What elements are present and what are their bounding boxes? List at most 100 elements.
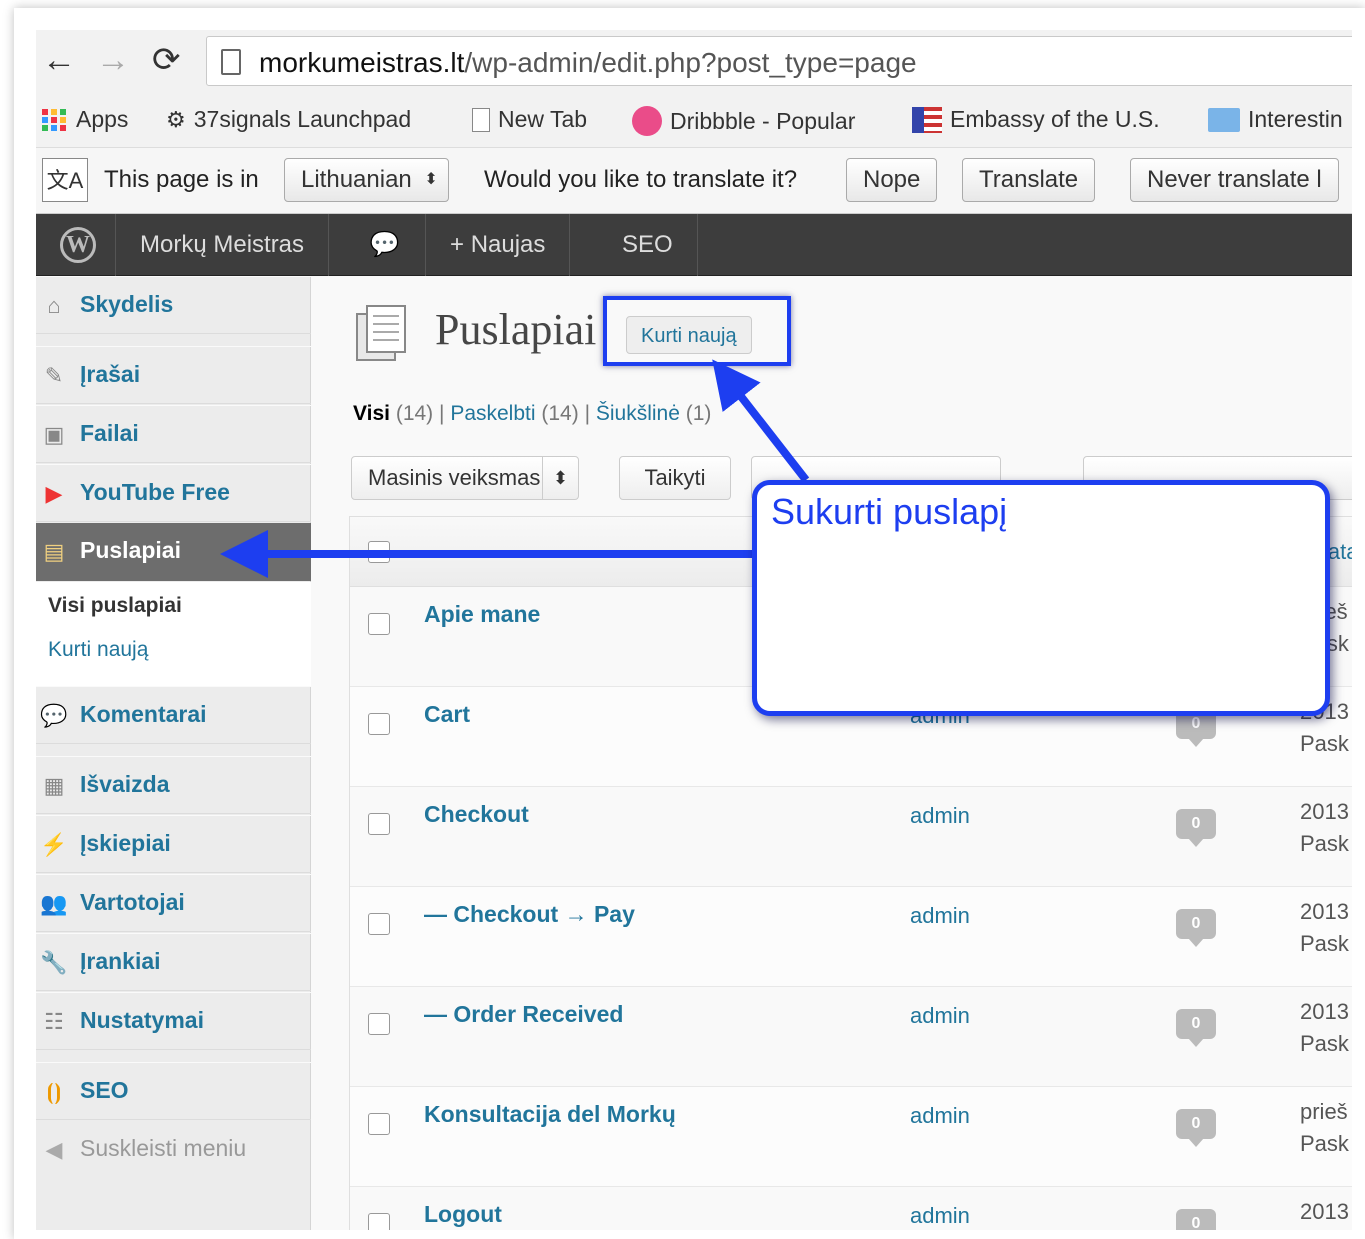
pin-icon: ✎ — [44, 363, 64, 388]
wordpress-logo-icon[interactable]: W — [36, 214, 116, 276]
page-title-link[interactable]: — Checkout → Pay — [424, 901, 635, 928]
date-value: 2013 — [1300, 999, 1349, 1024]
table-row: Checkout admin 0 2013 Pask — [350, 787, 1352, 887]
apply-button[interactable]: Taikyti — [619, 456, 731, 500]
bookmark-label: 37signals Launchpad — [193, 106, 412, 132]
back-icon[interactable]: ← — [42, 40, 76, 80]
filter-published[interactable]: Paskelbti — [450, 402, 535, 425]
author-link[interactable]: admin — [910, 1203, 970, 1229]
bookmark-apps[interactable]: Apps — [40, 106, 128, 133]
sidebar-item-label: Išvaizda — [80, 771, 170, 797]
sidebar-item-label: Skydelis — [80, 291, 174, 317]
address-bar[interactable]: morkumeistras.lt/wp-admin/edit.php?post_… — [206, 36, 1352, 86]
never-translate-button[interactable]: Never translate l — [1130, 158, 1339, 202]
row-checkbox[interactable] — [368, 713, 390, 735]
table-row: Konsultacija del Morkų admin 0 prieš Pas… — [350, 1087, 1352, 1187]
collapse-menu[interactable]: ◀ Suskleisti meniu — [36, 1121, 311, 1179]
translate-bar: 文A This page is in Lithuanian ⬍ Would you… — [36, 148, 1352, 214]
bookmark-new-tab[interactable]: New Tab — [472, 106, 587, 133]
date-status: Pask — [1300, 831, 1349, 856]
page-title-link[interactable]: Logout — [424, 1201, 502, 1228]
sidebar-item-tools[interactable]: 🔧 Įrankiai — [36, 933, 311, 991]
row-checkbox[interactable] — [368, 1113, 390, 1135]
author-link[interactable]: admin — [910, 903, 970, 929]
comment-count-icon[interactable]: 0 — [1176, 809, 1216, 847]
new-label: Naujas — [470, 231, 546, 258]
dribbble-icon — [632, 106, 662, 136]
highlight-box — [603, 296, 791, 366]
page-title-link[interactable]: — Order Received — [424, 1001, 623, 1028]
page-title-link[interactable]: Cart — [424, 701, 470, 728]
page-title-link[interactable]: Konsultacija del Morkų — [424, 1101, 676, 1128]
row-checkbox[interactable] — [368, 913, 390, 935]
sidebar-item-dashboard[interactable]: ⌂ Skydelis — [36, 276, 311, 334]
comment-count-icon[interactable]: 0 — [1176, 1009, 1216, 1047]
sidebar-item-label: Vartotojai — [80, 889, 185, 915]
language-select[interactable]: Lithuanian ⬍ — [284, 158, 449, 202]
bookmark-label: Embassy of the U.S. — [950, 106, 1160, 132]
table-row: — Order Received admin 0 2013 Pask — [350, 987, 1352, 1087]
filter-trash[interactable]: Šiukšlinė — [596, 402, 680, 425]
flag-icon — [912, 106, 942, 133]
reload-icon[interactable]: ⟳ — [152, 40, 181, 80]
sidebar-item-plugins[interactable]: ⚡ Įskiepiai — [36, 815, 311, 873]
youtube-icon: ▶ — [45, 481, 63, 506]
author-link[interactable]: admin — [910, 1103, 970, 1129]
table-row: Logout admin 0 2013 — [350, 1187, 1352, 1230]
translate-button[interactable]: Translate — [962, 158, 1096, 202]
bulk-actions-select[interactable]: Masinis veiksmas ⬍ — [351, 456, 579, 500]
date-status: Pask — [1300, 1131, 1349, 1156]
status-filter-links: Visi (14) | Paskelbti (14) | Šiukšlinė (… — [353, 402, 712, 425]
site-name-link[interactable]: Morkų Meistras — [116, 214, 330, 276]
comment-count-icon[interactable]: 0 — [1176, 1109, 1216, 1147]
date-status: Pask — [1300, 931, 1349, 956]
sidebar-item-settings[interactable]: ☷ Nustatymai — [36, 992, 311, 1050]
comment-count-icon[interactable]: 0 — [1176, 909, 1216, 947]
sidebar-item-pages[interactable]: ▤ Puslapiai — [36, 523, 323, 581]
home-icon: ⌂ — [47, 293, 61, 318]
page-title: Puslapiai — [435, 305, 597, 354]
comments-icon[interactable]: 💬 — [344, 214, 426, 276]
pages-icon: ▤ — [43, 539, 65, 564]
sidebar-item-posts[interactable]: ✎ Įrašai — [36, 346, 311, 404]
media-icon: ▣ — [43, 422, 65, 447]
appearance-icon: ▦ — [43, 773, 65, 798]
page-title-link[interactable]: Checkout — [424, 801, 529, 828]
comment-count-icon[interactable]: 0 — [1176, 1209, 1216, 1230]
row-checkbox[interactable] — [368, 813, 390, 835]
sidebar-item-label: Įrašai — [80, 361, 141, 387]
filter-all[interactable]: Visi — [353, 402, 390, 425]
bookmark-launchpad[interactable]: ⚙ 37signals Launchpad — [166, 106, 411, 133]
sidebar-item-seo[interactable]: ⦗⦘ SEO — [36, 1062, 311, 1120]
row-checkbox[interactable] — [368, 613, 390, 635]
nope-button[interactable]: Nope — [846, 158, 938, 202]
filter-all-count: (14) — [395, 402, 434, 425]
wp-admin-bar: W Morkų Meistras 💬 + Naujas SEO — [36, 214, 1352, 276]
sidebar-item-media[interactable]: ▣ Failai — [36, 405, 311, 463]
submenu-add-new[interactable]: Kurti naują — [48, 638, 148, 662]
filter-published-count: (14) — [541, 402, 579, 425]
new-content-link[interactable]: + Naujas — [426, 214, 571, 276]
page-title-link[interactable]: Apie mane — [424, 601, 540, 628]
sidebar-item-youtube[interactable]: ▶ YouTube Free — [36, 464, 311, 522]
seo-menu[interactable]: SEO — [598, 214, 698, 276]
sidebar-item-comments[interactable]: 💬 Komentarai — [36, 686, 311, 744]
translate-question: Would you like to translate it? — [484, 166, 798, 193]
bookmark-label: Interestin — [1248, 106, 1343, 132]
row-checkbox[interactable] — [368, 1013, 390, 1035]
submenu-all-pages[interactable]: Visi puslapiai — [48, 594, 182, 618]
sidebar-item-label: Suskleisti meniu — [80, 1135, 247, 1161]
row-checkbox[interactable] — [368, 1213, 390, 1230]
sidebar-item-appearance[interactable]: ▦ Išvaizda — [36, 756, 311, 814]
bookmark-label: New Tab — [498, 106, 588, 132]
collapse-icon: ◀ — [45, 1137, 63, 1162]
forward-icon[interactable]: → — [96, 40, 130, 80]
sidebar-item-users[interactable]: 👥 Vartotojai — [36, 874, 311, 932]
author-link[interactable]: admin — [910, 803, 970, 829]
language-value: Lithuanian — [301, 166, 412, 193]
author-link[interactable]: admin — [910, 1003, 970, 1029]
bookmark-folder[interactable]: Interestin — [1208, 106, 1343, 133]
select-all-checkbox[interactable] — [368, 541, 390, 563]
bookmark-embassy[interactable]: Embassy of the U.S. — [912, 106, 1160, 133]
bookmark-dribbble[interactable]: Dribbble - Popular — [632, 106, 855, 136]
